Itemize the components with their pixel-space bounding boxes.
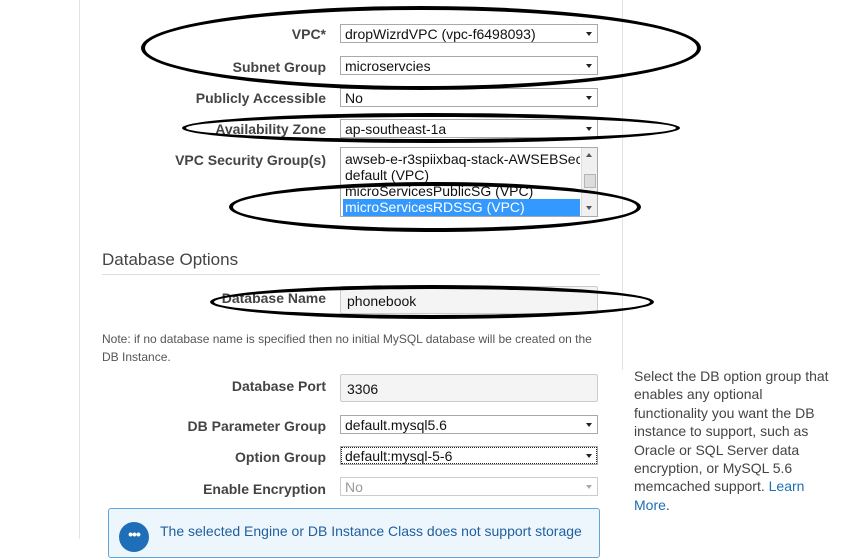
help-trailing-period: .	[665, 496, 670, 513]
info-banner: ••• The selected Engine or DB Instance C…	[108, 508, 600, 558]
subnet-group-select[interactable]: microservcies	[340, 56, 598, 75]
publicly-accessible-label: Publicly Accessible	[195, 90, 326, 106]
enable-encryption-select-value: No	[345, 479, 363, 495]
database-port-label: Database Port	[231, 378, 326, 394]
database-port-input[interactable]: 3306	[340, 374, 598, 402]
annotation-ellipse-vpc-subnet	[141, 6, 701, 90]
publicly-accessible-select-value: No	[345, 90, 363, 106]
help-description: Select the DB option group that enables …	[634, 368, 829, 495]
ellipsis-icon: •••	[119, 522, 149, 552]
right-panel-border	[622, 0, 623, 370]
database-name-note: Note: if no database name is specified t…	[102, 332, 592, 364]
option-group-select-value: default:mysql-5-6	[345, 448, 453, 464]
availability-zone-select[interactable]: ap-southeast-1a	[340, 119, 598, 138]
chevron-down-icon	[586, 96, 592, 100]
subnet-group-label: Subnet Group	[232, 59, 326, 75]
publicly-accessible-select[interactable]: No	[340, 88, 598, 107]
chevron-down-icon	[586, 127, 592, 131]
scroll-down-icon[interactable]	[586, 206, 592, 210]
database-name-input[interactable]: phonebook	[340, 286, 598, 314]
security-group-option[interactable]: default (VPC)	[343, 167, 580, 184]
db-parameter-group-select-value: default.mysql5.6	[345, 417, 447, 433]
enable-encryption-label: Enable Encryption	[203, 481, 326, 497]
option-group-select[interactable]: default:mysql-5-6	[340, 446, 598, 465]
listbox-scrollbar[interactable]	[581, 148, 597, 216]
chevron-down-icon	[586, 485, 592, 489]
section-title-database-options: Database Options	[102, 250, 239, 269]
chevron-down-icon	[586, 64, 592, 68]
enable-encryption-select: No	[340, 477, 598, 496]
option-group-help-text: Select the DB option group that enables …	[634, 367, 839, 514]
section-divider	[102, 274, 600, 275]
database-name-value: phonebook	[347, 293, 417, 309]
vpc-label: VPC*	[291, 26, 326, 42]
chevron-down-icon	[586, 423, 592, 427]
db-parameter-group-label: DB Parameter Group	[187, 418, 326, 434]
chevron-down-icon	[586, 454, 592, 458]
vpc-security-groups-label: VPC Security Group(s)	[175, 152, 326, 168]
vpc-select[interactable]: dropWizrdVPC (vpc-f6498093)	[340, 24, 598, 43]
database-port-value: 3306	[347, 381, 379, 397]
chevron-down-icon	[586, 32, 592, 36]
availability-zone-label: Availability Zone	[215, 121, 326, 137]
db-parameter-group-select[interactable]: default.mysql5.6	[340, 415, 598, 434]
availability-zone-select-value: ap-southeast-1a	[345, 121, 447, 137]
option-group-label: Option Group	[235, 449, 326, 465]
scrollbar-thumb[interactable]	[584, 174, 596, 188]
security-group-option-selected[interactable]: microServicesRDSSG (VPC)	[343, 199, 580, 216]
security-group-option[interactable]: microServicesPublicSG (VPC)	[343, 183, 580, 200]
subnet-group-select-value: microservcies	[345, 58, 431, 74]
security-group-option[interactable]: awseb-e-r3spiixbaq-stack-AWSEBSec	[343, 151, 580, 168]
vpc-select-value: dropWizrdVPC (vpc-f6498093)	[345, 26, 536, 42]
scroll-up-icon[interactable]	[586, 153, 592, 157]
database-name-label: Database Name	[221, 290, 326, 306]
vpc-security-groups-listbox[interactable]: awseb-e-r3spiixbaq-stack-AWSEBSec defaul…	[340, 147, 598, 217]
info-banner-text: The selected Engine or DB Instance Class…	[160, 523, 582, 539]
